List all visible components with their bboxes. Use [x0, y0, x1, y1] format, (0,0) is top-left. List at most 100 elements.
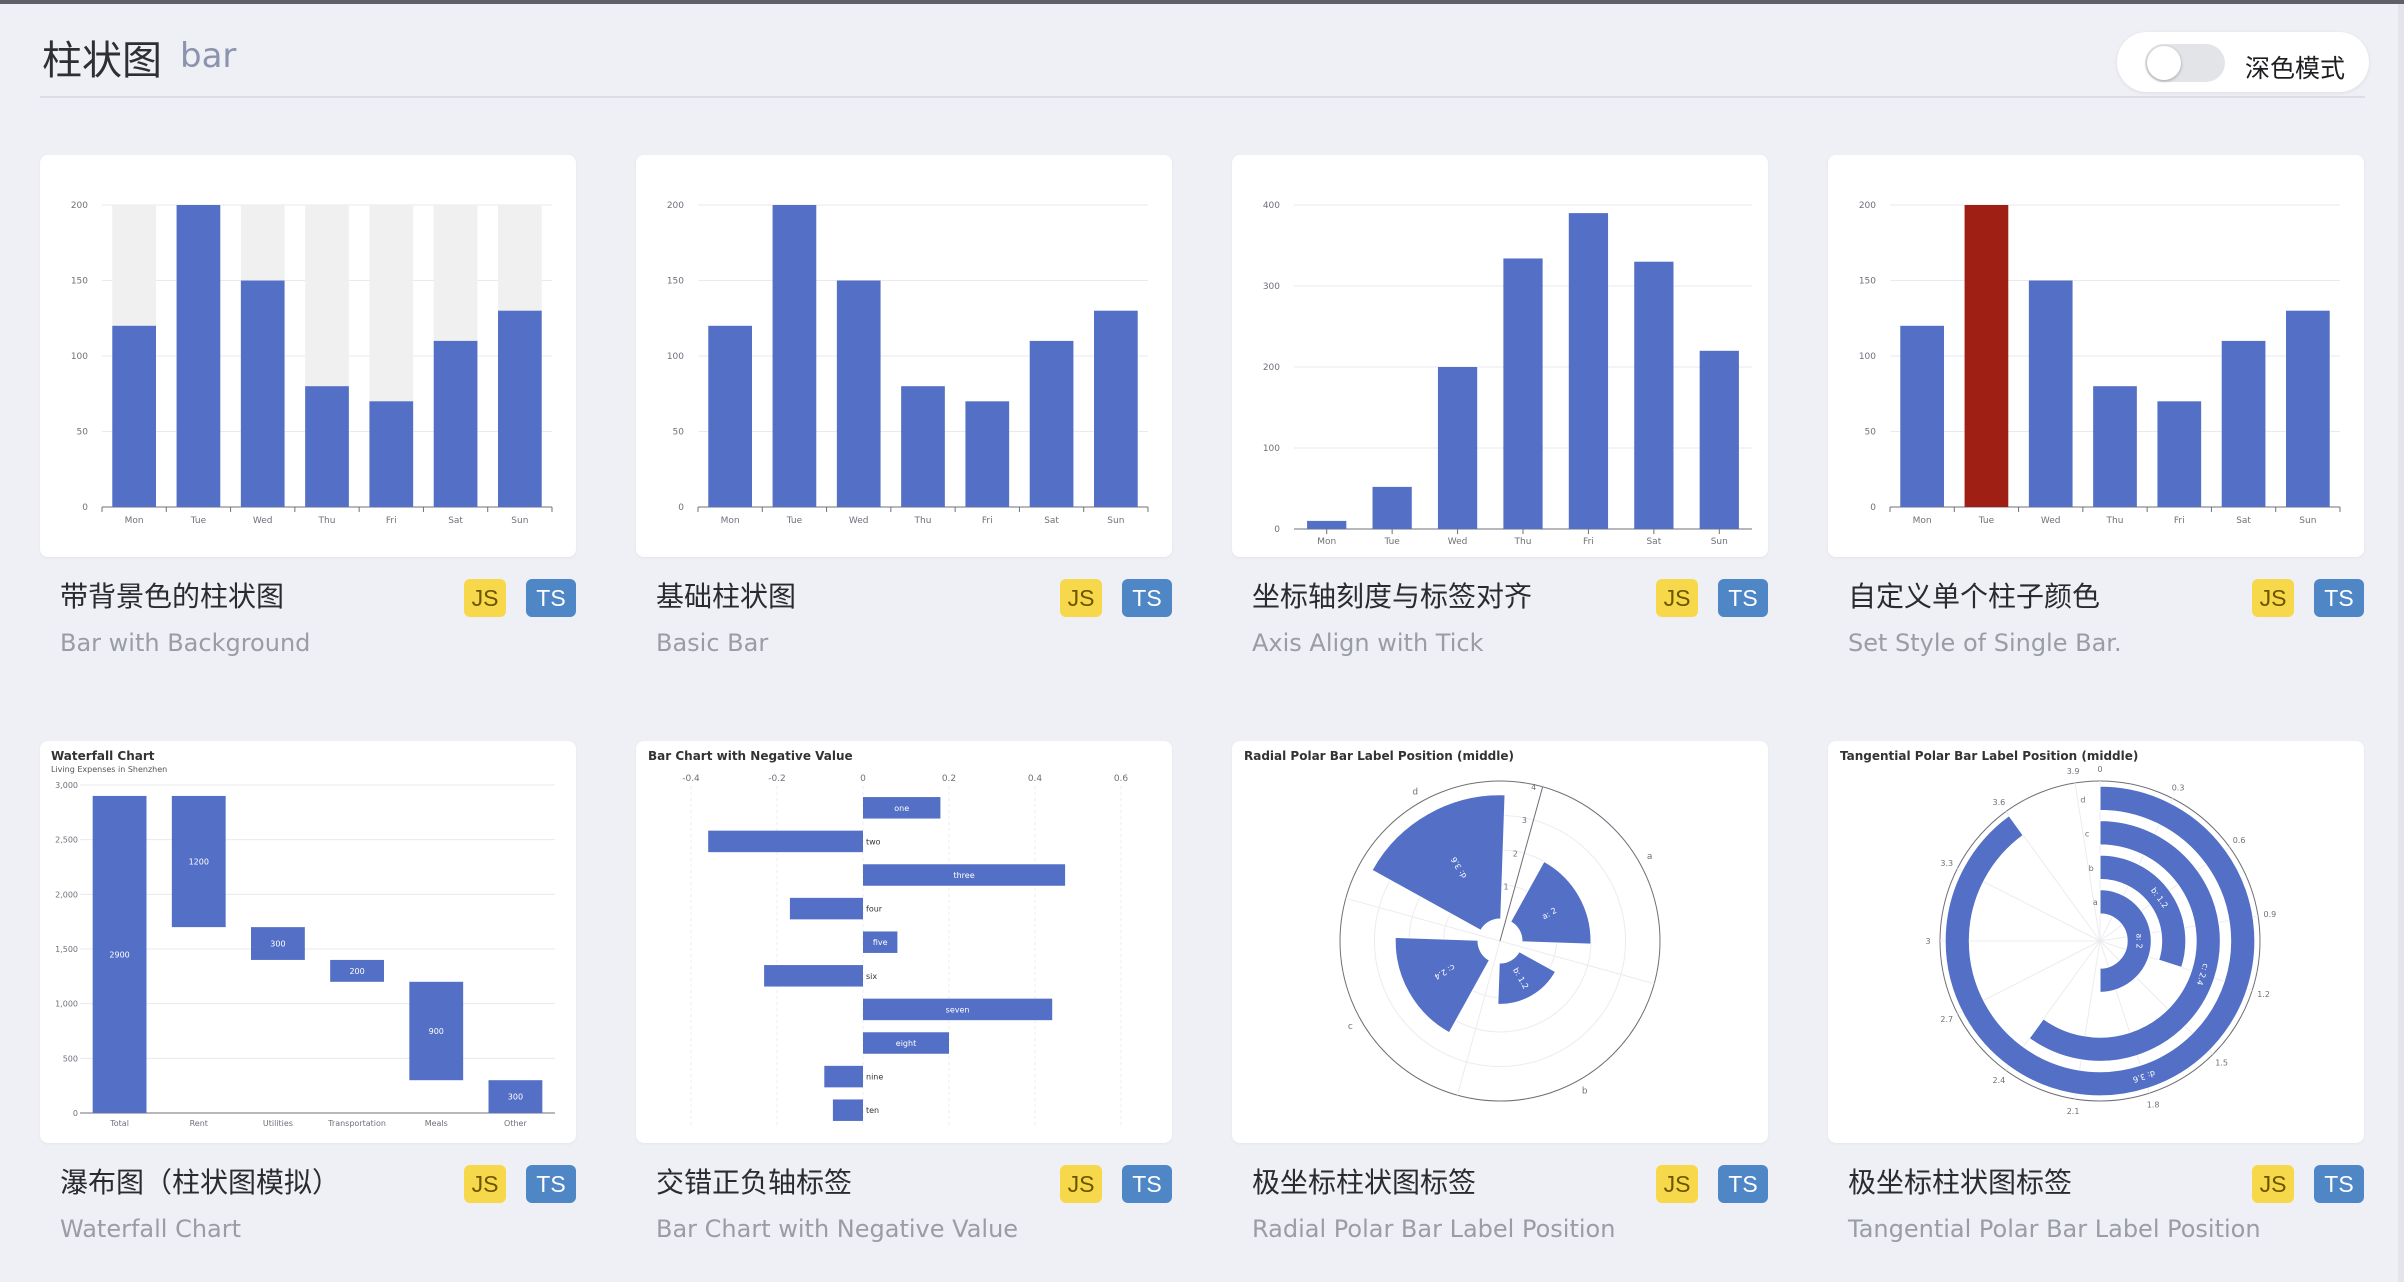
- js-badge[interactable]: JS: [1060, 579, 1102, 617]
- category-label: a: [1647, 852, 1653, 862]
- x-tick-label: Fri: [982, 516, 993, 526]
- card-title[interactable]: 带背景色的柱状图: [60, 575, 284, 615]
- bar: [1964, 205, 2009, 507]
- bar: [369, 401, 414, 507]
- y-tick-label: 300: [1263, 282, 1280, 292]
- y-tick-label: 0: [678, 503, 684, 513]
- y-tick-label: 100: [1859, 352, 1876, 362]
- card-title[interactable]: 基础柱状图: [656, 575, 796, 615]
- category-label: c: [2085, 830, 2089, 839]
- bar: [1437, 367, 1478, 529]
- angle-tick-label: 3.3: [1940, 859, 1953, 868]
- toggle-switch[interactable]: [2145, 44, 2225, 82]
- js-badge[interactable]: JS: [464, 579, 506, 617]
- x-tick-label: Rent: [190, 1119, 208, 1128]
- bar: [1634, 261, 1674, 529]
- x-tick-label: -0.2: [768, 774, 786, 784]
- bar: [824, 1065, 863, 1088]
- card-subtitle: Waterfall Chart: [60, 1215, 242, 1243]
- bar: [708, 325, 752, 507]
- js-badge[interactable]: JS: [2252, 1165, 2294, 1203]
- negative-bar-chart: Bar Chart with Negative Value -0.4 -0.2 0 0.…: [648, 749, 1128, 1127]
- chart-thumbnail[interactable]: Waterfall Chart Living Expenses in Shenzh…: [40, 741, 576, 1143]
- polar-bar: [1371, 794, 1506, 932]
- card-subtitle: Set Style of Single Bar.: [1848, 629, 2122, 657]
- y-tick-label: 100: [71, 352, 88, 362]
- category-label: a: [2093, 898, 2098, 907]
- bar-label: six: [866, 972, 877, 981]
- card-subtitle: Bar with Background: [60, 629, 311, 657]
- tangential-polar-chart: Tangential Polar Bar Label Position (mid…: [1840, 749, 2277, 1116]
- x-tick-label: Mon: [1317, 537, 1336, 547]
- x-tick-label: Tue: [786, 516, 803, 526]
- bar-label: nine: [866, 1073, 883, 1082]
- card-title[interactable]: 坐标轴刻度与标签对齐: [1252, 575, 1532, 615]
- category-label: d: [1412, 787, 1418, 797]
- x-tick-label: Tue: [1978, 516, 1995, 526]
- card-title[interactable]: 交错正负轴标签: [656, 1161, 852, 1201]
- ts-badge[interactable]: TS: [1122, 1165, 1172, 1203]
- chart-thumbnail[interactable]: Bar Chart with Negative Value -0.4 -0.2 0 0.…: [636, 741, 1172, 1143]
- bar: [1900, 325, 1944, 507]
- js-badge[interactable]: JS: [2252, 579, 2294, 617]
- chart-title: Waterfall Chart: [51, 749, 155, 763]
- category-label: b: [1582, 1087, 1588, 1097]
- polar-bar: [1394, 936, 1491, 1034]
- y-tick-label: 0: [1274, 525, 1280, 535]
- data-label: a: 2: [2134, 933, 2143, 948]
- chart-title: Radial Polar Bar Label Position (middle): [1244, 749, 1514, 763]
- ts-badge[interactable]: TS: [1718, 1165, 1768, 1203]
- y-tick-label: 1,500: [55, 945, 78, 954]
- chart-thumbnail[interactable]: Radial Polar Bar Label Position (middle)…: [1232, 741, 1768, 1143]
- x-tick-label: -0.4: [682, 774, 700, 784]
- js-badge[interactable]: JS: [464, 1165, 506, 1203]
- bar-label: eight: [896, 1039, 916, 1048]
- js-badge[interactable]: JS: [1656, 579, 1698, 617]
- data-label: 300: [508, 1093, 523, 1102]
- x-tick-label: Sun: [1711, 537, 1728, 547]
- chart-thumbnail[interactable]: Tangential Polar Bar Label Position (mid…: [1828, 741, 2364, 1143]
- page-subtitle: bar: [180, 36, 237, 76]
- card-title[interactable]: 瀑布图（柱状图模拟）: [60, 1161, 340, 1201]
- chart-thumbnail[interactable]: 0 50 100 150 200 Mon Tue Wed Thu Fri Sat Sun: [40, 155, 576, 557]
- y-tick-label: 0: [82, 503, 88, 513]
- ts-badge[interactable]: TS: [1718, 579, 1768, 617]
- x-tick-label: 0.2: [942, 774, 956, 784]
- chart-thumbnail[interactable]: 0 50 100 150 200 Mon Tue Wed Thu Fri Sat Sun: [1828, 155, 2364, 557]
- y-tick-label: 200: [71, 201, 88, 211]
- bar: [836, 280, 881, 507]
- card-title[interactable]: 自定义单个柱子颜色: [1848, 575, 2100, 615]
- chart-thumbnail[interactable]: 0 50 100 150 200 Mon Tue Wed Thu Fri Sat Sun: [636, 155, 1172, 557]
- scrollbar-track[interactable]: [2398, 4, 2404, 1282]
- page: 柱状图 bar 深色模式 0 50 100 150 200 Mon Tue Wed Thu Fri…: [0, 4, 2404, 1282]
- angle-tick-label: 0.9: [2264, 910, 2277, 919]
- ts-badge[interactable]: TS: [1122, 579, 1172, 617]
- bar: [240, 280, 285, 507]
- bar: [764, 965, 863, 987]
- x-tick-label: Sun: [1107, 516, 1124, 526]
- ts-badge[interactable]: TS: [2314, 579, 2364, 617]
- polar-spoke: [2074, 782, 2101, 942]
- card-title[interactable]: 极坐标柱状图标签: [1252, 1161, 1476, 1201]
- x-tick-label: Transportation: [327, 1119, 386, 1128]
- data-label: 1200: [189, 858, 209, 867]
- bar-background-chart: 0 50 100 150 200 Mon Tue Wed Thu Fri Sat Sun: [71, 201, 553, 526]
- js-badge[interactable]: JS: [1656, 1165, 1698, 1203]
- js-badge[interactable]: JS: [1060, 1165, 1102, 1203]
- dark-mode-toggle[interactable]: 深色模式: [2117, 32, 2369, 92]
- radius-tick-label: 3: [1522, 816, 1527, 825]
- card-title[interactable]: 极坐标柱状图标签: [1848, 1161, 2072, 1201]
- category-label: c: [1348, 1022, 1353, 1032]
- page-title: 柱状图: [42, 38, 162, 84]
- chart-thumbnail[interactable]: 0 100 200 300 400 Mon Tue Wed Thu Fri Sat Sun: [1232, 155, 1768, 557]
- x-tick-label: Thu: [914, 516, 932, 526]
- ts-badge[interactable]: TS: [526, 1165, 576, 1203]
- angle-tick-label: 0.6: [2233, 836, 2246, 845]
- page-header: 柱状图 bar: [40, 4, 2365, 98]
- ts-badge[interactable]: TS: [2314, 1165, 2364, 1203]
- x-tick-label: Thu: [1514, 537, 1532, 547]
- angle-tick-label: 2.4: [1993, 1076, 2006, 1085]
- bar: [965, 401, 1010, 507]
- bar-label: seven: [946, 1005, 970, 1014]
- ts-badge[interactable]: TS: [526, 579, 576, 617]
